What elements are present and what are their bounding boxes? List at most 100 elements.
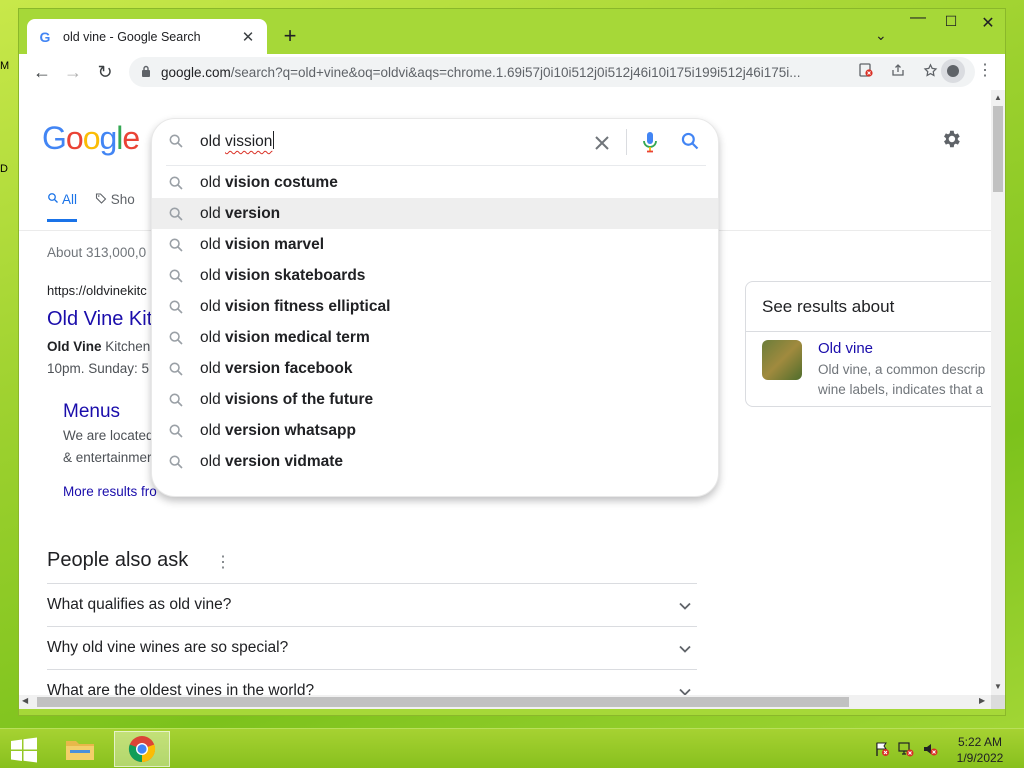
page-content: Google All Sho About 313,000,0 https://o… (19, 90, 991, 695)
knowledge-panel-description: Old vine, a common descrip (818, 362, 986, 377)
scroll-up-arrow-icon[interactable]: ▲ (994, 93, 1002, 102)
suggestion-item[interactable]: old vision skateboards (152, 260, 718, 291)
share-icon[interactable] (887, 63, 909, 80)
search-icon (169, 238, 183, 252)
result-snippet-line: 10pm. Sunday: 5 (47, 361, 150, 376)
search-icon (169, 362, 183, 376)
paa-question[interactable]: What are the oldest vines in the world? (47, 669, 697, 695)
dropdown-divider (166, 165, 706, 166)
address-bar[interactable]: google.com/search?q=old+vine&oq=oldvi&aq… (129, 57, 975, 87)
suggestion-item[interactable]: old version whatsapp (152, 415, 718, 446)
maximize-button[interactable]: ☐ (936, 13, 966, 30)
search-icon (169, 207, 183, 221)
tab-search-chevron-icon[interactable]: ⌄ (875, 27, 887, 44)
suggestion-item[interactable]: old vision marvel (152, 229, 718, 260)
tab-all[interactable]: All (47, 192, 78, 222)
minimize-button[interactable]: — (903, 9, 933, 27)
knowledge-panel-heading: See results about (762, 297, 895, 316)
desktop-icon-label-fragment: D (0, 163, 8, 175)
scroll-down-arrow-icon[interactable]: ▼ (994, 682, 1002, 691)
window-close-button[interactable]: ✕ (973, 13, 1003, 33)
search-icon (169, 176, 183, 190)
search-icon (169, 455, 183, 469)
suggestion-item[interactable]: old vision fitness elliptical (152, 291, 718, 322)
suggestion-item[interactable]: old version vidmate (152, 446, 718, 477)
result-title-link[interactable]: Old Vine Kit (47, 308, 152, 331)
vineyard-thumbnail[interactable] (762, 340, 802, 380)
suggestion-item[interactable]: old vision medical term (152, 322, 718, 353)
reload-button[interactable]: ↻ (92, 59, 118, 85)
clock-date: 1/9/2022 (956, 751, 1004, 765)
paa-question[interactable]: What qualifies as old vine? (47, 583, 697, 626)
browser-tab[interactable]: G old vine - Google Search ✕ (27, 19, 267, 54)
tab-close-icon[interactable]: ✕ (239, 28, 257, 46)
desktop-icon-label-fragment: M (0, 60, 10, 72)
menu-icon[interactable]: ⋮ (977, 62, 993, 80)
search-input[interactable]: old vission (200, 131, 275, 151)
vertical-scrollbar[interactable]: ▲ ▼ (991, 90, 1005, 695)
sitelink-snippet-line: & entertainmer (63, 450, 152, 465)
horizontal-scrollbar[interactable]: ◀ ▶ (19, 695, 991, 709)
search-icon (169, 393, 183, 407)
start-button[interactable] (10, 737, 38, 763)
network-status-icon[interactable] (898, 741, 914, 760)
system-clock[interactable]: 5:22 AM 1/9/2022 (950, 734, 1010, 766)
search-icon (47, 192, 62, 207)
browser-window: G old vine - Google Search ✕ + ⌄ — ☐ ✕ ←… (18, 8, 1006, 716)
suggestion-item-highlighted[interactable]: old version (152, 198, 718, 229)
tab-shopping[interactable]: Sho (95, 192, 135, 222)
vertical-scrollbar-thumb[interactable] (993, 106, 1003, 192)
url-text[interactable]: google.com/search?q=old+vine&oq=oldvi&aq… (161, 65, 829, 80)
microphone-icon[interactable] (642, 131, 658, 153)
file-explorer-taskbar-button[interactable] (52, 731, 108, 767)
google-favicon-icon: G (39, 28, 51, 45)
search-bar: old vission (152, 119, 718, 165)
scroll-left-arrow-icon[interactable]: ◀ (22, 696, 28, 705)
result-url[interactable]: https://oldvinekitc (47, 283, 147, 298)
new-tab-button[interactable]: + (277, 24, 303, 50)
chrome-taskbar-button[interactable] (114, 731, 170, 767)
knowledge-panel-divider (746, 331, 991, 332)
network-flag-icon[interactable] (874, 741, 890, 760)
knowledge-panel-title-link[interactable]: Old vine (818, 340, 873, 357)
search-icon (168, 133, 184, 149)
clear-icon[interactable] (592, 127, 612, 159)
search-submit-icon[interactable] (680, 131, 700, 151)
tag-icon (95, 192, 111, 207)
chevron-down-icon (679, 683, 691, 695)
search-bar-separator (626, 129, 627, 155)
chevron-down-icon (679, 597, 691, 613)
suggestion-item[interactable]: old vision costume (152, 167, 718, 198)
more-results-link[interactable]: More results fro (63, 484, 157, 499)
title-bar: G old vine - Google Search ✕ + ⌄ — ☐ ✕ (19, 9, 1005, 54)
browser-toolbar: ← → ↻ google.com/search?q=old+vine&oq=ol… (19, 54, 1005, 90)
horizontal-scrollbar-thumb[interactable] (37, 697, 849, 707)
lock-icon[interactable] (141, 65, 151, 80)
google-logo[interactable]: Google (42, 120, 140, 157)
paa-question[interactable]: Why old vine wines are so special? (47, 626, 697, 669)
search-icon (169, 269, 183, 283)
back-button[interactable]: ← (29, 59, 55, 85)
search-icon (169, 424, 183, 438)
search-icon (169, 331, 183, 345)
sitelink-snippet: We are located (63, 428, 154, 443)
sitelink-menus[interactable]: Menus (63, 401, 120, 423)
result-stats: About 313,000,0 (47, 245, 147, 260)
profile-avatar-icon[interactable] (941, 59, 965, 83)
forward-button[interactable]: → (60, 59, 86, 85)
scroll-right-arrow-icon[interactable]: ▶ (979, 696, 985, 705)
suggestion-item[interactable]: old visions of the future (152, 384, 718, 415)
suggestion-item[interactable]: old version facebook (152, 353, 718, 384)
settings-gear-icon[interactable] (940, 128, 962, 156)
more-options-icon[interactable]: ⋮ (215, 552, 231, 572)
search-autocomplete-dropdown: old vission old vision costume old versi… (151, 118, 719, 497)
search-tabs: All Sho (47, 192, 135, 222)
search-icon (169, 300, 183, 314)
chevron-down-icon (679, 640, 691, 656)
volume-muted-icon[interactable] (922, 741, 938, 760)
blocked-icon[interactable] (855, 63, 877, 80)
bookmark-star-icon[interactable] (919, 63, 941, 81)
tab-title: old vine - Google Search (63, 29, 201, 44)
clock-time: 5:22 AM (957, 735, 1003, 749)
knowledge-panel: See results about Old vine Old vine, a c… (745, 281, 991, 407)
